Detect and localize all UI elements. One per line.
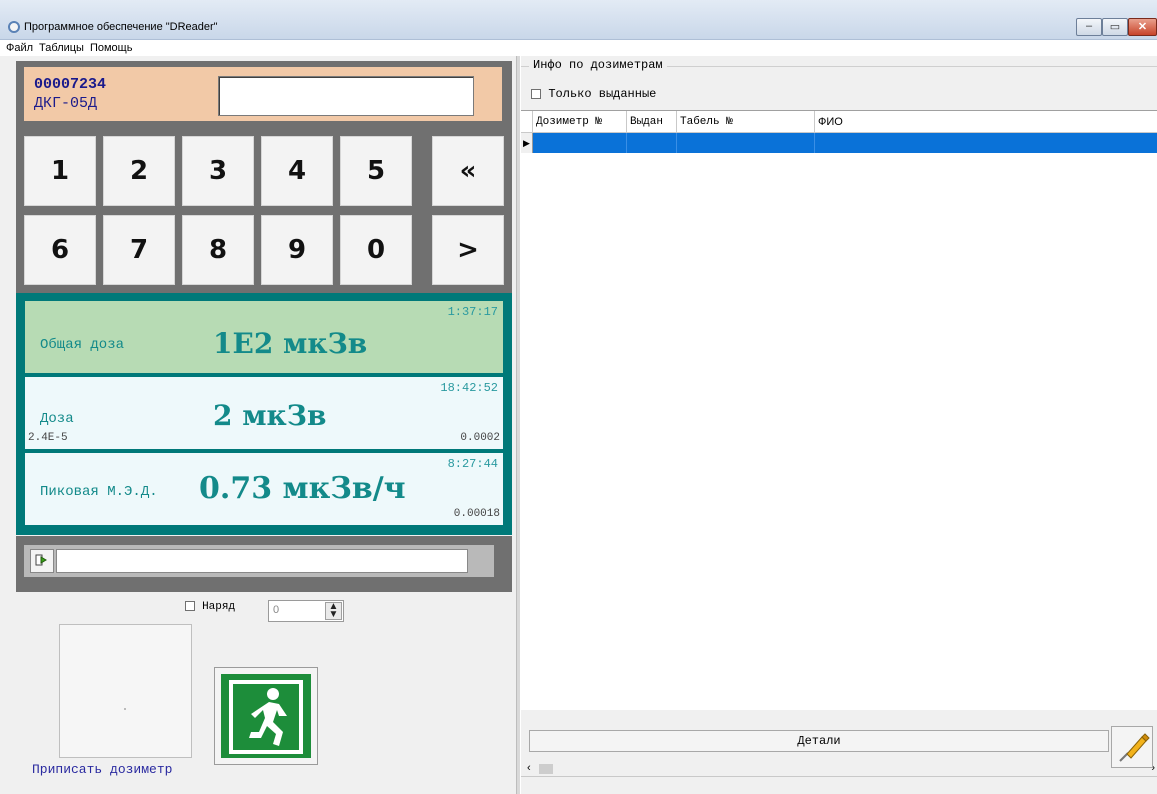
dose-readings-panel: Общая доза 1E2 мкЗв 1:37:17 Доза 2 мкЗв … xyxy=(16,293,512,535)
spinner-arrows-icon[interactable]: ▲ ▼ xyxy=(325,602,342,620)
menu-file[interactable]: Файл xyxy=(6,40,33,56)
column-header-issued[interactable]: Выдан xyxy=(627,111,677,133)
minimize-button[interactable]: ‒ xyxy=(1076,18,1102,36)
dosimeter-type: ДКГ-05Д xyxy=(34,95,98,112)
naryad-spinner[interactable]: 0 ▲ ▼ xyxy=(268,600,344,622)
total-dose-row: Общая доза 1E2 мкЗв 1:37:17 xyxy=(25,301,503,373)
arrow-right-icon xyxy=(35,553,49,570)
status-divider-right xyxy=(521,776,1157,777)
scroll-thumb[interactable] xyxy=(539,764,553,774)
maximize-button[interactable]: ▭ xyxy=(1102,18,1128,36)
command-input[interactable] xyxy=(56,549,468,573)
app-icon xyxy=(8,21,20,33)
exit-button[interactable] xyxy=(214,667,318,765)
details-button[interactable]: Детали xyxy=(529,730,1109,752)
horizontal-scrollbar[interactable]: ‹ › xyxy=(521,761,1157,777)
column-header-dosimeter[interactable]: Дозиметр № xyxy=(533,111,627,133)
key-3[interactable]: 3 xyxy=(182,136,254,206)
table-cell[interactable] xyxy=(533,133,627,153)
backspace-key[interactable]: « xyxy=(432,136,504,206)
row-indicator-icon: ▶ xyxy=(521,133,533,153)
key-0[interactable]: 0 xyxy=(340,215,412,285)
total-dose-time: 1:37:17 xyxy=(447,305,498,319)
header-corner xyxy=(521,111,533,133)
dose-right-small: 0.0002 xyxy=(460,432,500,444)
dosimeter-photo xyxy=(59,624,192,758)
total-dose-value: 1E2 мкЗв xyxy=(213,327,368,360)
peak-right-small: 0.00018 xyxy=(453,508,500,520)
execute-button[interactable] xyxy=(30,549,54,573)
scroll-left-icon[interactable]: ‹ xyxy=(527,762,531,774)
settings-button[interactable] xyxy=(1111,726,1153,768)
command-panel xyxy=(16,536,512,592)
key-6[interactable]: 6 xyxy=(24,215,96,285)
assign-dosimeter-link[interactable]: Приписать дозиметр xyxy=(32,762,172,777)
naryad-label: Наряд xyxy=(202,601,236,613)
dosimeter-number: 00007234 xyxy=(34,76,107,93)
peak-dose-rate-row: Пиковая М.Э.Д. 0.73 мкЗв/ч 8:27:44 0.000… xyxy=(25,453,503,525)
emergency-exit-icon xyxy=(221,674,311,758)
menu-help[interactable]: Помощь xyxy=(90,40,133,56)
table-header: Дозиметр № Выдан Табель № ФИО xyxy=(521,111,1157,133)
close-button[interactable]: ✕ xyxy=(1128,18,1157,36)
key-8[interactable]: 8 xyxy=(182,215,254,285)
peak-time: 8:27:44 xyxy=(447,457,498,471)
peak-value: 0.73 мкЗв/ч xyxy=(199,471,406,506)
command-bar xyxy=(24,545,494,577)
maximize-icon: ▭ xyxy=(1109,21,1121,33)
menu-bar: Файл Таблицы Помощь xyxy=(0,40,1157,56)
table-cell[interactable] xyxy=(677,133,815,153)
total-dose-label: Общая доза xyxy=(40,337,125,353)
dose-label: Доза xyxy=(40,411,74,427)
close-icon: ✕ xyxy=(1137,21,1148,33)
info-group-title: Инфо по дозиметрам xyxy=(529,58,667,72)
key-7[interactable]: 7 xyxy=(103,215,175,285)
dosimeter-input[interactable] xyxy=(218,76,474,116)
enter-key[interactable]: > xyxy=(432,215,504,285)
dosimeter-id-panel: 00007234 ДКГ-05Д xyxy=(24,67,502,121)
key-4[interactable]: 4 xyxy=(261,136,333,206)
column-header-tabel[interactable]: Табель № xyxy=(677,111,815,133)
left-pane: 00007234 ДКГ-05Д 1 2 3 4 5 « 6 7 8 9 0 >… xyxy=(0,56,516,794)
screwdriver-icon xyxy=(1112,733,1152,770)
table-row[interactable]: ▶ xyxy=(521,133,1157,153)
title-bar: Программное обеспечение "DReader" ‒ ▭ ✕ xyxy=(0,0,1157,40)
dose-row: Доза 2 мкЗв 18:42:52 2.4E-5 0.0002 xyxy=(25,377,503,449)
column-header-fio[interactable]: ФИО xyxy=(815,111,1157,133)
minimize-icon: ‒ xyxy=(1085,20,1093,32)
window-title: Программное обеспечение "DReader" xyxy=(24,21,218,33)
dose-left-small: 2.4E-5 xyxy=(28,432,68,444)
dosimeter-info-pane: Инфо по дозиметрам Только выданные Дозим… xyxy=(521,56,1157,794)
naryad-checkbox[interactable] xyxy=(185,601,195,612)
key-9[interactable]: 9 xyxy=(261,215,333,285)
only-issued-label: Только выданные xyxy=(548,87,657,101)
menu-tables[interactable]: Таблицы xyxy=(39,40,84,56)
only-issued-row[interactable]: Только выданные xyxy=(531,86,656,101)
only-issued-checkbox[interactable] xyxy=(531,88,541,99)
peak-label: Пиковая М.Э.Д. xyxy=(40,484,158,500)
key-5[interactable]: 5 xyxy=(340,136,412,206)
naryad-spinner-value: 0 xyxy=(273,604,280,616)
dose-time: 18:42:52 xyxy=(440,381,498,395)
dose-value: 2 мкЗв xyxy=(213,399,327,432)
table-cell[interactable] xyxy=(627,133,677,153)
dosimeter-table: Дозиметр № Выдан Табель № ФИО ▶ ‹ › xyxy=(521,110,1157,777)
naryad-checkbox-row[interactable]: Наряд xyxy=(185,600,235,613)
key-2[interactable]: 2 xyxy=(103,136,175,206)
key-1[interactable]: 1 xyxy=(24,136,96,206)
